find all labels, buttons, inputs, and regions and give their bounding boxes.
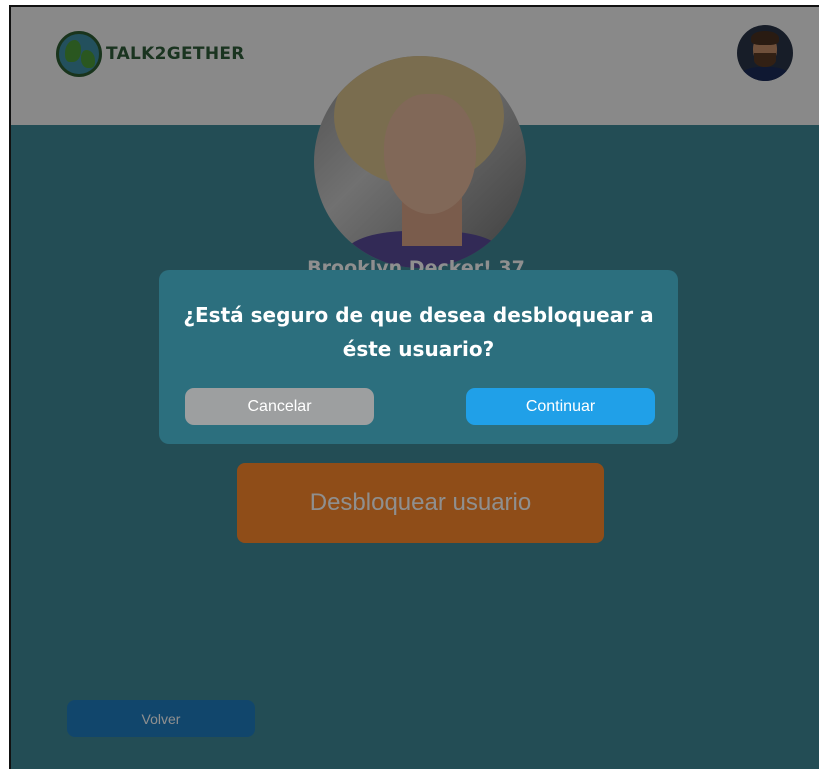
cancel-button[interactable]: Cancelar: [185, 388, 374, 425]
app-window: TALK2GETHER Brooklyn Decker! 37 Desbloqu…: [9, 5, 819, 769]
continue-button[interactable]: Continuar: [466, 388, 655, 425]
dialog-title: ¿Está seguro de que desea desbloquear a …: [159, 298, 678, 366]
dialog-title-line1: ¿Está seguro de que desea desbloquear a: [183, 303, 654, 327]
confirm-dialog: ¿Está seguro de que desea desbloquear a …: [159, 270, 678, 444]
dialog-title-line2: éste usuario?: [342, 337, 495, 361]
